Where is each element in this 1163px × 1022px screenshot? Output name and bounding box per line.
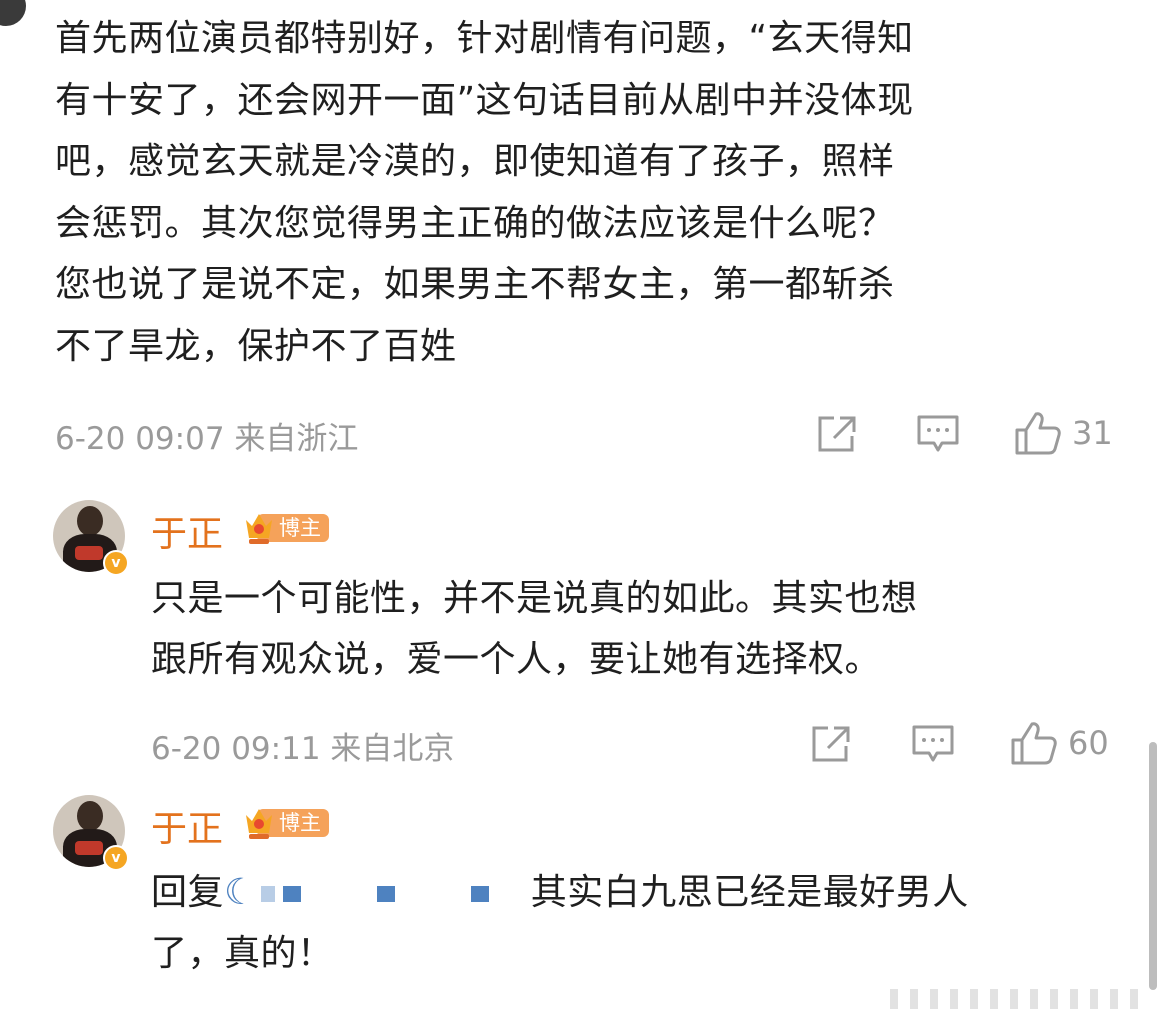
username[interactable]: 于正 [151, 505, 223, 557]
crown-icon [243, 510, 275, 546]
comment-button[interactable] [916, 414, 960, 454]
comment-line: 会惩罚。其次您觉得男主正确的做法应该是什么呢？ [55, 202, 895, 244]
faded-toolbar-strip [890, 989, 1138, 1009]
thumbs-up-icon [1011, 722, 1057, 765]
blogger-badge: 博主 [243, 805, 329, 841]
verified-badge-icon: v [103, 845, 129, 871]
reply-body: 只是一个可能性，并不是说真的如此。其实也想 跟所有观众说，爱一个人，要让她有选择… [151, 568, 918, 690]
comment-button[interactable] [911, 724, 955, 764]
username[interactable]: 于正 [151, 800, 223, 852]
scrollbar[interactable] [1149, 742, 1157, 990]
comment-line: 有十安了，还会网开一面”这句话目前从剧中并没体现 [55, 79, 914, 121]
share-button[interactable] [810, 724, 852, 764]
reply-body: 回复☾ 其实白九思已经是最好男人 了，真的！ [151, 862, 969, 984]
comment-meta: 6-20 09:07 来自浙江 [55, 421, 359, 457]
thumbs-up-icon [1015, 412, 1061, 455]
reply-line: 只是一个可能性，并不是说真的如此。其实也想 [151, 578, 918, 619]
blogger-badge: 博主 [243, 510, 329, 546]
share-icon [818, 416, 856, 452]
comment-icon [912, 725, 954, 762]
like-button[interactable]: 31 [1014, 410, 1113, 456]
like-button[interactable]: 60 [1010, 720, 1109, 766]
share-button[interactable] [816, 414, 858, 454]
mention-link[interactable]: ☾ [224, 872, 531, 913]
comment-line: 首先两位演员都特别好，针对剧情有问题，“玄天得知 [55, 18, 914, 59]
reply-text-rest: 其实白九思已经是最好男人 [530, 872, 969, 913]
comment-line: 您也说了是说不定，如果男主不帮女主，第一都斩杀 [55, 264, 895, 305]
comment-line: 吧，感觉玄天就是冷漠的，即使知道有了孩子，照样 [55, 141, 895, 182]
share-icon [812, 726, 850, 762]
reply-prefix: 回复 [151, 872, 225, 913]
reply-line: 跟所有观众说，爱一个人，要让她有选择权。 [151, 639, 882, 680]
crown-icon [243, 805, 275, 841]
previous-user-avatar[interactable] [0, 0, 26, 26]
comment-icon [917, 415, 959, 452]
like-count: 60 [1068, 724, 1109, 762]
comment-body: 首先两位演员都特别好，针对剧情有问题，“玄天得知 有十安了，还会网开一面”这句话… [55, 8, 1125, 377]
comment-line: 不了旱龙，保护不了百姓 [55, 325, 457, 367]
reply-line: 了，真的！ [151, 933, 334, 974]
like-count: 31 [1072, 414, 1113, 452]
reply-line: 回复☾ 其实白九思已经是最好男人 [151, 862, 969, 923]
reply-meta: 6-20 09:11 来自北京 [151, 731, 455, 767]
verified-badge-icon: v [103, 550, 129, 576]
